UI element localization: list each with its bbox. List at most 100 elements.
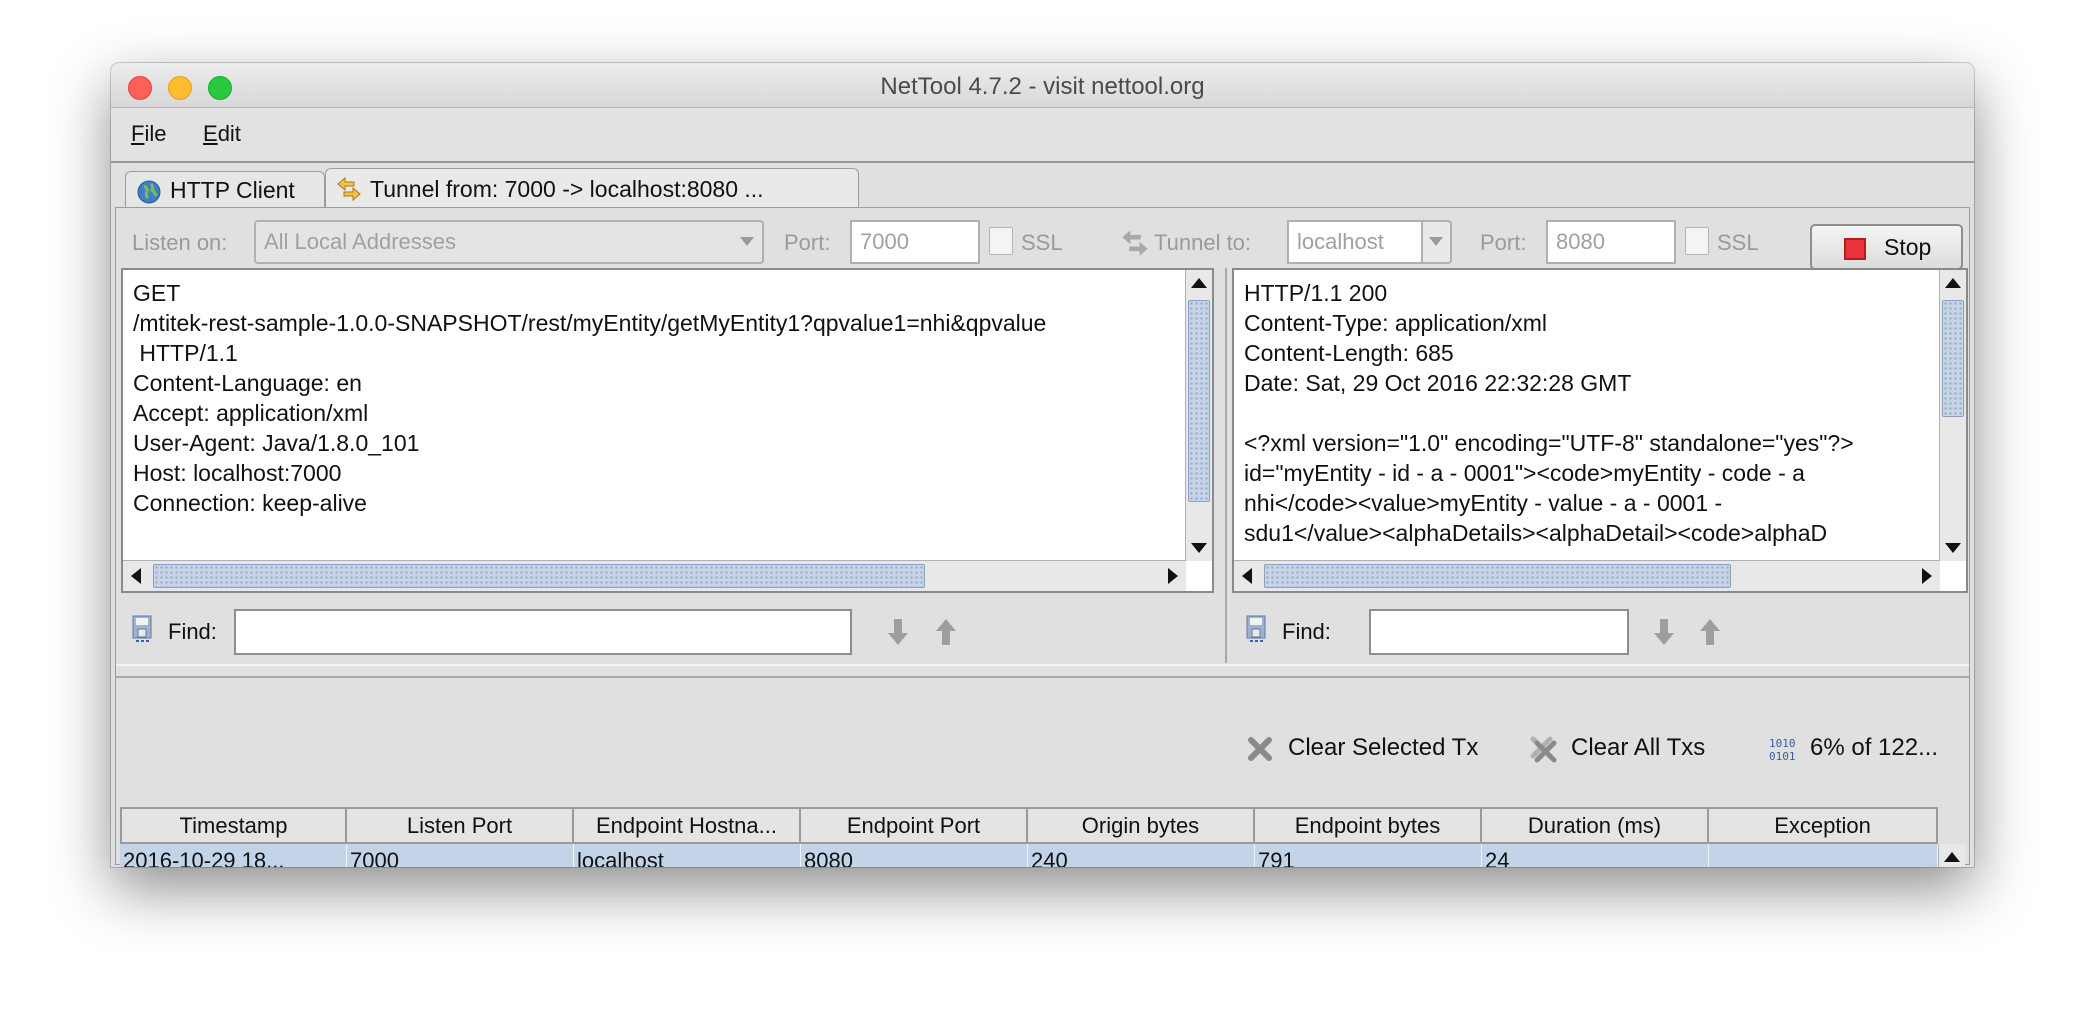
app-window: NetTool 4.7.2 - visit nettool.org File E…	[111, 63, 1974, 867]
menu-file-mnemonic: F	[131, 121, 145, 146]
tunnel-to-input[interactable]: localhost	[1287, 220, 1423, 264]
scroll-down-icon[interactable]	[1945, 543, 1961, 553]
save-icon[interactable]	[1246, 615, 1268, 643]
menu-bar: File Edit	[111, 108, 1974, 163]
menu-file-label: ile	[144, 121, 167, 146]
scroll-left-icon[interactable]	[131, 568, 141, 584]
listen-ssl-label: SSL	[1021, 230, 1063, 255]
tunnel-settings-row: Listen on: All Local Addresses Port: 700…	[116, 208, 1969, 276]
transactions-table: Timestamp Listen Port Endpoint Hostna... En…	[120, 807, 1965, 867]
table-vertical-scrollbar[interactable]	[1938, 844, 1965, 867]
svg-text:0101: 0101	[1769, 750, 1796, 763]
response-horizontal-scrollbar[interactable]	[1234, 560, 1940, 591]
clear-all-txs-label: Clear All Txs	[1571, 734, 1706, 761]
listen-ssl-checkbox[interactable]	[989, 227, 1013, 255]
binary-memory-icon: 1010 0101	[1769, 737, 1796, 763]
tunnel-to-dropdown-button[interactable]	[1422, 220, 1452, 264]
split-divider[interactable]	[116, 676, 1969, 678]
table-cell: 24	[1482, 844, 1709, 867]
memory-status[interactable]: 1010 0101 6% of 122...	[1768, 734, 1938, 763]
table-header: Timestamp Listen Port Endpoint Hostna... En…	[120, 807, 1938, 844]
tunnel-to-label: Tunnel to:	[1154, 230, 1252, 255]
menu-file[interactable]: File	[131, 121, 166, 147]
tunnel-to-value: localhost	[1297, 229, 1384, 254]
chevron-down-icon	[1429, 237, 1443, 246]
column-header[interactable]: Endpoint Port	[801, 807, 1028, 844]
tunnel-port-label: Port:	[1480, 230, 1527, 255]
clear-selected-tx-button[interactable]: Clear Selected Tx	[1246, 734, 1478, 763]
menu-edit[interactable]: Edit	[203, 121, 241, 147]
table-cell: 7000	[347, 844, 574, 867]
tunnel-to-icon	[1122, 230, 1148, 256]
request-text-area[interactable]: GET /mtitek-rest-sample-1.0.0-SNAPSHOT/r…	[121, 268, 1214, 593]
tab-strip: HTTP Client Tunnel from: 7000 -> localho…	[111, 163, 1974, 208]
listen-port-label: Port:	[784, 230, 831, 255]
scroll-up-icon[interactable]	[1944, 852, 1960, 862]
scroll-right-icon[interactable]	[1168, 568, 1178, 584]
response-find-input[interactable]	[1369, 609, 1629, 655]
response-find-label: Find:	[1282, 619, 1331, 644]
column-header[interactable]: Exception	[1709, 807, 1938, 844]
pane-splitter[interactable]	[1225, 268, 1227, 663]
tab-tunnel[interactable]: Tunnel from: 7000 -> localhost:8080 ...	[325, 168, 859, 208]
find-next-down-arrow-icon[interactable]	[886, 617, 910, 647]
tunnel-ssl-label: SSL	[1717, 230, 1759, 255]
column-header[interactable]: Duration (ms)	[1482, 807, 1709, 844]
column-header[interactable]: Endpoint bytes	[1255, 807, 1482, 844]
request-horizontal-scrollbar[interactable]	[123, 560, 1186, 591]
listen-port-value: 7000	[860, 229, 909, 254]
find-previous-up-arrow-icon[interactable]	[1698, 617, 1722, 647]
stop-button[interactable]: Stop	[1810, 224, 1963, 270]
tunnel-port-value: 8080	[1556, 229, 1605, 254]
listen-on-select[interactable]: All Local Addresses	[254, 220, 764, 264]
find-next-down-arrow-icon[interactable]	[1652, 617, 1676, 647]
clear-all-txs-button[interactable]: Clear All Txs	[1529, 734, 1705, 763]
table-cell: 8080	[801, 844, 1028, 867]
request-find-input[interactable]	[234, 609, 852, 655]
clear-selected-tx-label: Clear Selected Tx	[1288, 734, 1479, 761]
transactions-toolbar: Clear Selected Tx Clear All Txs 1010 010…	[116, 728, 1969, 774]
globe-icon	[137, 180, 161, 204]
table-cell: 2016-10-29 18...	[120, 844, 347, 867]
listen-on-value: All Local Addresses	[264, 229, 456, 254]
save-icon[interactable]	[132, 615, 154, 643]
response-vscroll-thumb[interactable]	[1942, 300, 1964, 417]
tab-http-client[interactable]: HTTP Client	[125, 171, 325, 207]
table-row[interactable]: 2016-10-29 18... 7000 localhost 8080 240 791 2…	[120, 844, 1938, 867]
column-header[interactable]: Timestamp	[120, 807, 347, 844]
column-header[interactable]: Origin bytes	[1028, 807, 1255, 844]
request-vscroll-thumb[interactable]	[1188, 300, 1210, 502]
scroll-up-icon[interactable]	[1191, 278, 1207, 288]
memory-status-label: 6% of 122...	[1810, 734, 1939, 761]
clear-all-x-icon	[1530, 736, 1557, 763]
tunnel-port-input[interactable]: 8080	[1546, 220, 1676, 264]
request-find-bar: Find:	[116, 603, 1221, 663]
tab-tunnel-label: Tunnel from: 7000 -> localhost:8080 ...	[370, 176, 764, 202]
title-bar[interactable]: NetTool 4.7.2 - visit nettool.org	[111, 63, 1974, 108]
response-hscroll-thumb[interactable]	[1264, 564, 1731, 588]
table-cell	[1709, 844, 1938, 867]
svg-text:1010: 1010	[1769, 737, 1796, 750]
response-find-bar: Find:	[1232, 603, 1969, 663]
table-cell: 791	[1255, 844, 1482, 867]
column-header[interactable]: Listen Port	[347, 807, 574, 844]
table-cell: localhost	[574, 844, 801, 867]
response-vertical-scrollbar[interactable]	[1939, 270, 1966, 561]
tunnel-ssl-checkbox[interactable]	[1685, 227, 1709, 255]
scroll-right-icon[interactable]	[1922, 568, 1932, 584]
scroll-up-icon[interactable]	[1945, 278, 1961, 288]
menu-edit-label: dit	[217, 121, 241, 146]
request-hscroll-thumb[interactable]	[153, 564, 925, 588]
response-text-area[interactable]: HTTP/1.1 200 Content-Type: application/x…	[1232, 268, 1968, 593]
request-find-label: Find:	[168, 619, 217, 644]
request-vertical-scrollbar[interactable]	[1185, 270, 1212, 561]
tunnel-panel: Listen on: All Local Addresses Port: 700…	[115, 207, 1970, 867]
listen-port-input[interactable]: 7000	[850, 220, 980, 264]
find-previous-up-arrow-icon[interactable]	[934, 617, 958, 647]
scroll-down-icon[interactable]	[1191, 543, 1207, 553]
divider-light	[116, 664, 1969, 666]
scroll-left-icon[interactable]	[1242, 568, 1252, 584]
clear-x-icon	[1248, 736, 1272, 761]
table-cell: 240	[1028, 844, 1255, 867]
column-header[interactable]: Endpoint Hostna...	[574, 807, 801, 844]
